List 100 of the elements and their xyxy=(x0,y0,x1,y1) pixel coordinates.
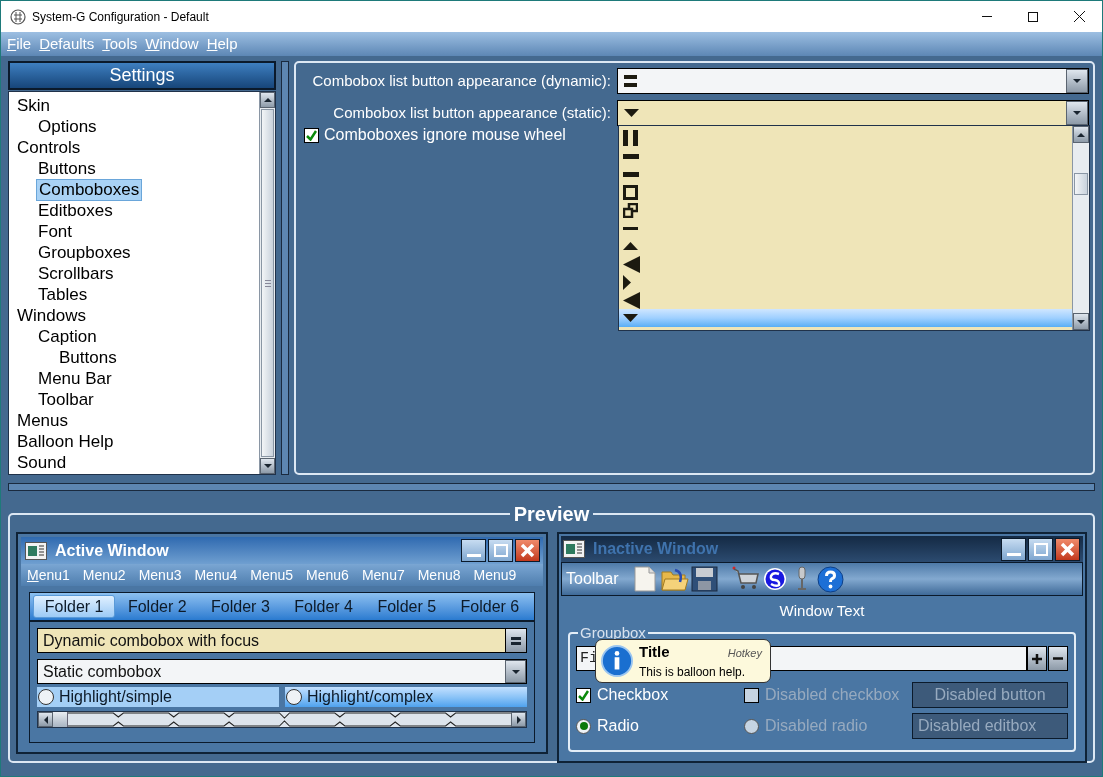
close-button[interactable] xyxy=(515,539,540,562)
minus-glyph-icon xyxy=(623,226,638,230)
field-label: Combobox list button appearance (static): xyxy=(332,102,612,123)
dropdown-button[interactable] xyxy=(505,629,526,652)
grip-icon xyxy=(264,279,271,287)
scrollbar-thumb[interactable] xyxy=(1074,173,1088,195)
maximize-button[interactable] xyxy=(488,539,513,562)
scroll-up-button[interactable] xyxy=(1073,126,1089,143)
radio-button[interactable] xyxy=(38,689,54,705)
radio-label: Highlight/complex xyxy=(307,687,434,707)
tree-item[interactable]: Skin xyxy=(15,95,53,116)
tree-item[interactable]: Toolbar xyxy=(36,389,96,410)
tree-item[interactable]: Windows xyxy=(15,305,88,326)
maximize-button[interactable] xyxy=(1028,537,1053,561)
vertical-scrollbar[interactable] xyxy=(259,92,275,474)
close-icon xyxy=(520,543,535,558)
radio-label: Radio xyxy=(597,716,639,736)
increment-button[interactable] xyxy=(1027,646,1047,671)
checkbox-label: Comboboxes ignore mouse wheel xyxy=(324,125,566,145)
app-logo-icon xyxy=(10,8,26,25)
help-icon[interactable] xyxy=(817,565,845,593)
tab[interactable]: Folder 5 xyxy=(365,595,448,618)
new-document-icon[interactable] xyxy=(634,566,657,592)
caret-right-icon xyxy=(516,715,521,724)
window-text: Window Text xyxy=(779,600,865,621)
minimize-button[interactable] xyxy=(461,539,486,562)
bars-icon xyxy=(511,636,521,645)
tree-item[interactable]: Menus xyxy=(15,410,71,431)
combobox[interactable] xyxy=(617,100,1089,126)
combobox[interactable] xyxy=(617,68,1089,94)
bar-glyph-icon xyxy=(623,171,639,177)
bars-glyph-icon xyxy=(624,75,637,87)
triangle-down-glyph-icon xyxy=(623,314,638,322)
square-glyph-icon xyxy=(623,184,638,200)
tree-item[interactable]: Editboxes xyxy=(36,200,115,221)
field-label: Combobox list button appearance (dynamic): xyxy=(311,70,612,91)
dropdown-button[interactable] xyxy=(1066,101,1088,125)
tab[interactable]: Folder 6 xyxy=(448,595,531,618)
tree-item[interactable]: Sound xyxy=(15,452,69,473)
shopping-cart-icon[interactable] xyxy=(732,566,761,592)
spiral-icon[interactable] xyxy=(763,566,788,592)
scroll-down-button[interactable] xyxy=(1073,313,1089,330)
checkbox-label: Disabled checkbox xyxy=(765,685,900,705)
tree-item[interactable]: Font xyxy=(36,221,75,242)
scrollbar-thumb[interactable] xyxy=(53,712,68,727)
tree-item[interactable]: Tables xyxy=(36,284,90,305)
checkbox[interactable] xyxy=(576,687,591,703)
close-button[interactable] xyxy=(1055,537,1080,561)
tab[interactable]: Folder 4 xyxy=(282,595,365,618)
tab[interactable]: Folder 1 xyxy=(33,595,116,618)
caret-down-icon xyxy=(1073,111,1081,115)
horizontal-scrollbar[interactable] xyxy=(37,711,527,728)
scroll-right-button[interactable] xyxy=(511,712,526,727)
restore-glyph-icon xyxy=(623,202,638,218)
tree-item[interactable]: Balloon Help xyxy=(15,431,116,452)
tree-item[interactable]: Menu Bar xyxy=(36,368,114,389)
tree-item[interactable]: Controls xyxy=(15,137,83,158)
dropdown-button[interactable] xyxy=(1066,69,1088,93)
checkbox-label: Checkbox xyxy=(597,685,669,705)
tree-item[interactable]: Buttons xyxy=(57,347,119,368)
caret-up-icon xyxy=(263,98,272,102)
maximize-icon xyxy=(1033,542,1048,556)
combobox[interactable]: Static combobox xyxy=(37,659,527,684)
radio-button[interactable] xyxy=(286,689,302,705)
tab[interactable]: Folder 2 xyxy=(116,595,199,618)
scrollbar-thumb[interactable] xyxy=(261,109,274,457)
checkbox[interactable] xyxy=(304,127,319,143)
window-title: System-G Configuration - Default xyxy=(32,8,209,26)
splitter-bar[interactable] xyxy=(8,483,1095,491)
scroll-down-button[interactable] xyxy=(260,458,275,474)
scroll-up-button[interactable] xyxy=(260,92,275,108)
tree-item[interactable]: Groupboxes xyxy=(36,242,133,263)
close-icon xyxy=(1073,11,1085,22)
plus-icon xyxy=(1032,653,1042,664)
vertical-scrollbar[interactable] xyxy=(1072,126,1089,330)
window-title: Active Window xyxy=(55,540,169,561)
decrement-button[interactable] xyxy=(1048,646,1068,671)
tree-item[interactable]: Options xyxy=(36,116,99,137)
scroll-left-button[interactable] xyxy=(38,712,53,727)
bar-glyph-icon xyxy=(623,153,639,159)
caret-down-icon xyxy=(1077,319,1085,324)
caret-down-icon xyxy=(263,464,272,468)
tree-item[interactable]: Scrollbars xyxy=(36,263,116,284)
dropdown-button[interactable] xyxy=(505,660,526,683)
maximize-icon xyxy=(493,544,508,557)
tab[interactable]: Folder 3 xyxy=(199,595,282,618)
window-icon xyxy=(563,540,585,558)
radio-label: Highlight/simple xyxy=(59,687,172,707)
tree-item[interactable]: Buttons xyxy=(36,158,98,179)
preview-title: Preview xyxy=(512,502,591,527)
tree-item[interactable]: Caption xyxy=(36,326,99,347)
open-folder-icon[interactable] xyxy=(661,566,690,592)
minimize-button[interactable] xyxy=(1001,537,1026,561)
radio-button[interactable] xyxy=(576,718,591,734)
triangle-down-glyph-icon xyxy=(624,109,639,117)
checkmark-icon xyxy=(306,129,317,141)
splitter-bar[interactable] xyxy=(281,61,289,475)
tree-item[interactable]: Comboboxes xyxy=(36,178,143,201)
combobox[interactable]: Dynamic combobox with focus xyxy=(37,628,527,653)
info-icon xyxy=(601,645,633,677)
